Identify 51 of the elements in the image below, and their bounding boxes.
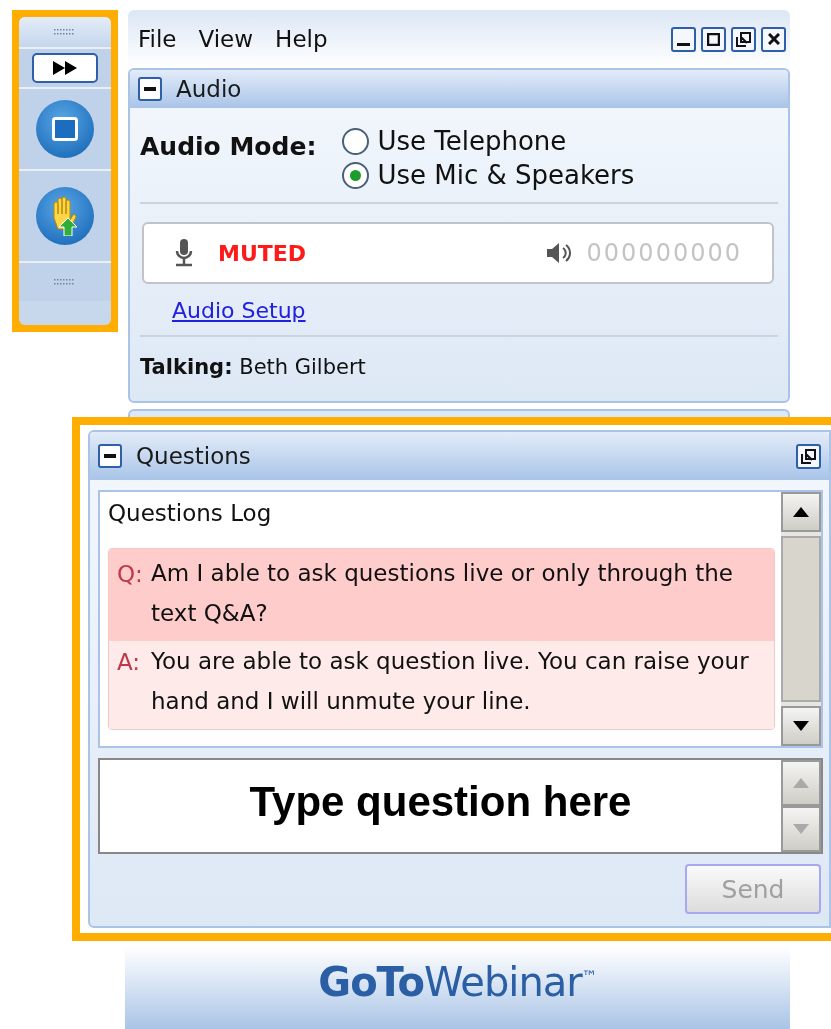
grip-icon bbox=[54, 279, 76, 285]
panel-title: Questions bbox=[136, 443, 251, 469]
menu-item[interactable]: Help bbox=[275, 26, 328, 52]
menu-item[interactable]: View bbox=[198, 26, 254, 52]
talking-status: Talking: Beth Gilbert bbox=[139, 354, 367, 381]
screen-button[interactable] bbox=[36, 100, 94, 158]
speaker-icon bbox=[544, 241, 573, 265]
audio-mode-label: Audio Mode: bbox=[140, 132, 317, 163]
scroll-thumb[interactable] bbox=[781, 536, 821, 702]
restore-icon bbox=[801, 448, 816, 464]
entry-text: You are able to ask question live. You can raise your hand and I will unmute your line. bbox=[151, 647, 750, 716]
option-label: Use Telephone bbox=[377, 126, 567, 156]
scroll-up-button[interactable] bbox=[781, 492, 821, 532]
grip-icon bbox=[54, 29, 76, 35]
logo: GoToWebinar$^{™}$ bbox=[318, 959, 597, 1007]
up-arrow-icon bbox=[793, 507, 809, 517]
forward-button[interactable] bbox=[32, 53, 98, 83]
panel-title: Audio bbox=[176, 76, 242, 102]
minimize-button[interactable] bbox=[671, 26, 696, 52]
minus-icon bbox=[104, 454, 116, 458]
menu-item[interactable]: File bbox=[138, 26, 177, 52]
pop-out-button[interactable] bbox=[731, 26, 756, 52]
radio-button[interactable] bbox=[342, 127, 370, 155]
window-icon bbox=[52, 117, 78, 141]
entry-prefix: A: bbox=[117, 649, 142, 677]
radio-button[interactable] bbox=[342, 161, 370, 189]
collapse-button[interactable] bbox=[138, 77, 162, 101]
volume-meter: 000000000 bbox=[586, 239, 742, 267]
down-arrow-icon bbox=[793, 824, 809, 834]
maximize-icon bbox=[707, 32, 720, 46]
audio-setup-link[interactable]: Audio Setup bbox=[172, 298, 306, 323]
scroll-down-button[interactable] bbox=[781, 706, 821, 746]
double-arrow-icon bbox=[53, 61, 77, 75]
minimize-icon bbox=[677, 42, 690, 46]
raise-hand-button[interactable] bbox=[36, 187, 94, 245]
microphone-icon bbox=[174, 239, 194, 267]
entry-prefix: Q: bbox=[117, 561, 144, 589]
up-arrow-icon bbox=[793, 778, 809, 788]
log-title: Questions Log bbox=[108, 500, 273, 526]
mute-status: MUTED bbox=[218, 240, 307, 266]
close-icon bbox=[767, 33, 780, 45]
pop-out-button[interactable] bbox=[796, 443, 821, 469]
maximize-button[interactable] bbox=[701, 26, 726, 52]
entry-text: Am I able to ask questions live or only through the text Q&A? bbox=[151, 559, 734, 628]
option-label: Use Mic & Speakers bbox=[377, 160, 635, 190]
scrollbar[interactable] bbox=[781, 492, 821, 746]
restore-icon bbox=[736, 31, 751, 47]
close-button[interactable] bbox=[761, 26, 786, 52]
down-arrow-icon bbox=[793, 721, 809, 731]
collapse-button[interactable] bbox=[98, 444, 122, 468]
minus-icon bbox=[144, 87, 156, 91]
